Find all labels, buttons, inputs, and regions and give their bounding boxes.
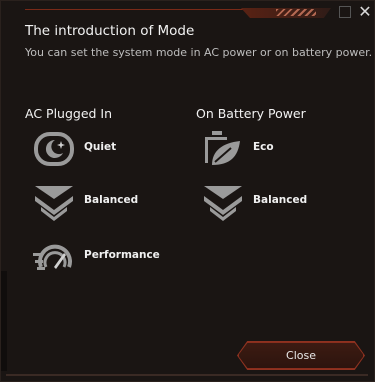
battery-eco-label: Eco bbox=[253, 141, 274, 153]
window-frame-icon bbox=[339, 6, 351, 18]
dialog-subtitle: You can set the system mode in AC power … bbox=[25, 46, 373, 59]
header-decor-hatch bbox=[276, 9, 316, 16]
ac-quiet-label: Quiet bbox=[84, 141, 117, 153]
battery-balanced-label: Balanced bbox=[253, 194, 308, 206]
close-window-icon[interactable]: ✕ bbox=[357, 4, 373, 20]
ac-heading: AC Plugged In bbox=[25, 106, 113, 121]
balanced-chevron-icon bbox=[35, 186, 73, 221]
ac-mode-performance: Performance bbox=[33, 237, 193, 277]
performance-speedometer-icon bbox=[33, 244, 72, 270]
ac-mode-balanced: Balanced bbox=[33, 182, 193, 222]
ac-mode-quiet: Quiet bbox=[33, 129, 193, 169]
ac-performance-label: Performance bbox=[84, 249, 160, 261]
battery-heading: On Battery Power bbox=[196, 106, 306, 121]
mode-intro-dialog: ✕ The introduction of Mode You can set t… bbox=[0, 0, 375, 382]
ac-balanced-label: Balanced bbox=[84, 194, 139, 206]
left-edge-panel bbox=[1, 271, 7, 371]
battery-mode-balanced: Balanced bbox=[202, 182, 362, 222]
balanced-chevron-icon bbox=[204, 186, 242, 221]
battery-mode-eco: Eco bbox=[202, 129, 362, 169]
dialog-title: The introduction of Mode bbox=[25, 23, 195, 39]
bottom-divider bbox=[6, 374, 368, 376]
eco-battery-leaf-icon bbox=[205, 131, 240, 165]
close-button[interactable]: Close bbox=[238, 342, 364, 369]
quiet-moon-icon bbox=[34, 132, 74, 166]
